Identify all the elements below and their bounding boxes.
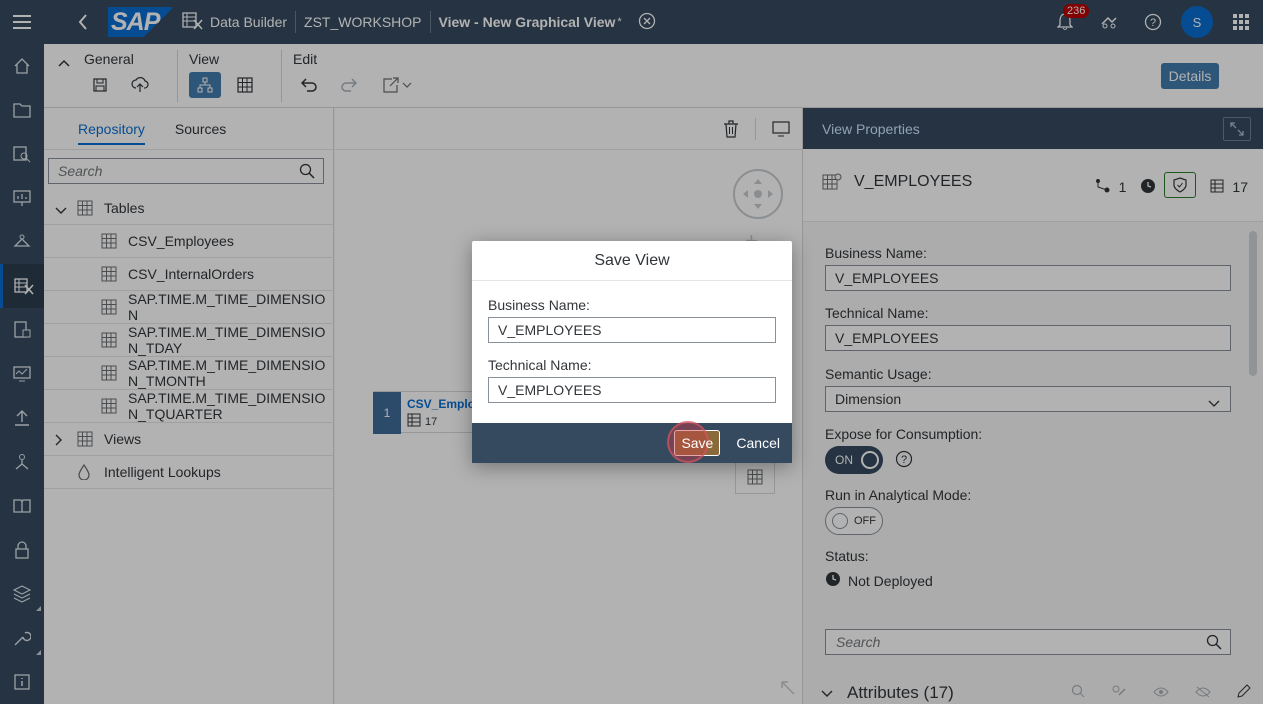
dialog-technical-name-field[interactable]: V_EMPLOYEES	[488, 377, 776, 403]
dialog-business-name-field[interactable]: V_EMPLOYEES	[488, 317, 776, 343]
save-button[interactable]: Save	[667, 421, 721, 463]
save-view-dialog: Save View Business Name: V_EMPLOYEES Tec…	[472, 241, 792, 463]
dialog-business-name-label: Business Name:	[488, 297, 590, 313]
dialog-title: Save View	[472, 241, 792, 281]
cancel-button[interactable]: Cancel	[736, 435, 780, 451]
dialog-technical-name-label: Technical Name:	[488, 357, 592, 373]
